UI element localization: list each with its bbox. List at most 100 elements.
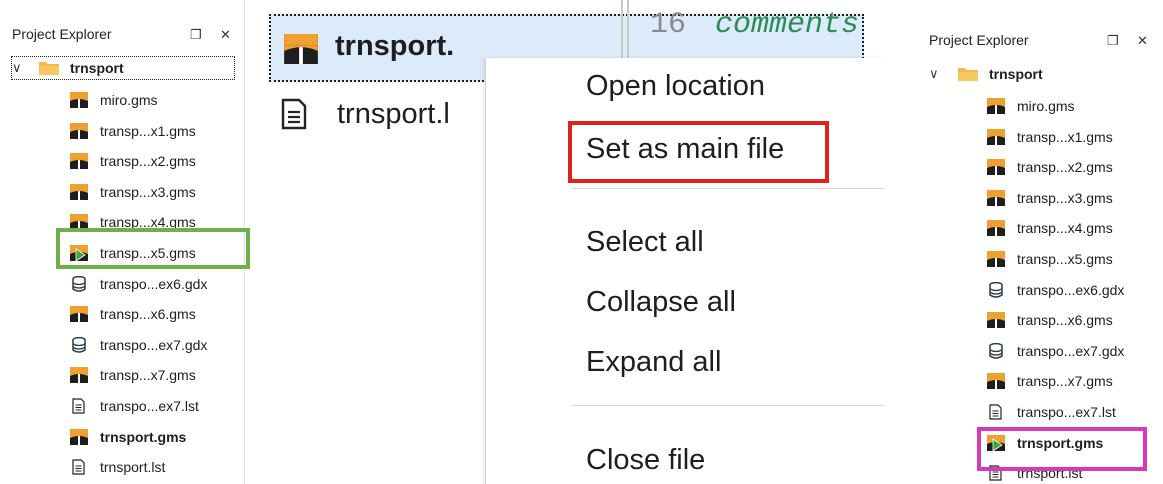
gdx-file-icon [70,336,88,353]
tree-item-label: transp...x7.gms [100,367,196,384]
gams-file-icon [987,159,1005,176]
tree-item-label: transp...x6.gms [1017,312,1113,329]
selected-file-label: trnsport. [335,30,455,62]
gams-file-icon [70,183,88,200]
folder-icon [957,66,979,82]
tree-item[interactable]: transp...x3.gms [70,178,240,206]
tree-item-label: transpo...ex7.lst [1017,404,1116,420]
tree-item[interactable]: trnsport.gms [987,429,1157,457]
tree-item[interactable]: trnsport.gms [70,423,240,451]
tree-item-label: transpo...ex7.gdx [100,336,208,353]
right-project-explorer: Project Explorer ❐ ✕ ∨ trnsport miro.gms tr… [915,0,1163,484]
menu-item-select-all[interactable]: Select all [586,226,704,259]
tree-item-label: transpo...ex6.gdx [1017,281,1125,298]
context-menu: Open location Set as main file Select al… [485,58,885,484]
gams-main-file-icon [987,434,1005,451]
tree-item[interactable]: transp...x3.gms [987,184,1157,212]
explorer-header: Project Explorer ❐ ✕ [0,26,245,46]
gams-file-icon [70,428,88,445]
menu-separator [571,405,885,406]
second-file-row[interactable]: trnsport.l [269,84,450,144]
tree-item-label: transpo...ex6.gdx [100,275,208,292]
tree-item-label: transp...x5.gms [1017,251,1113,267]
tree-item-label: transp...x1.gms [1017,128,1113,145]
tree-item-label: trnsport.gms [100,428,187,445]
close-panel-button[interactable]: ✕ [1137,33,1148,49]
chevron-down-icon[interactable]: ∨ [12,60,22,76]
gams-file-icon [70,153,88,170]
tree-item[interactable]: transpo...ex6.gdx [987,276,1157,304]
gams-file-icon [987,312,1005,329]
tree-item[interactable]: transp...x2.gms [987,153,1157,181]
tree-item-label: miro.gms [100,92,158,108]
gams-file-icon [987,128,1005,145]
menu-item-expand-all[interactable]: Expand all [586,346,721,379]
float-panel-button[interactable]: ❐ [190,27,202,43]
lst-file-icon [70,459,88,475]
tree-item[interactable]: transp...x2.gms [70,147,240,175]
tree-item-label: transp...x3.gms [100,183,196,200]
tree-item[interactable]: transpo...ex7.gdx [70,331,240,359]
project-name: trnsport [989,66,1043,82]
gams-file-icon [987,373,1005,390]
explorer-title: Project Explorer [929,32,1029,48]
menu-item-open-location[interactable]: Open location [586,70,765,103]
close-panel-button[interactable]: ✕ [220,27,231,43]
tree-item[interactable]: trnsport.lst [70,453,240,481]
vertical-scrollbar[interactable] [244,0,245,484]
gams-file-icon [987,251,1005,267]
menu-item-close-file[interactable]: Close file [586,444,705,477]
gams-main-file-icon [70,245,88,261]
tree-item[interactable]: transp...x5.gms [987,245,1157,273]
tree-item[interactable]: transp...x7.gms [70,361,240,389]
tree-item[interactable]: transp...x6.gms [70,300,240,328]
tree-item-label: transp...x3.gms [1017,189,1113,206]
tree-item[interactable]: transpo...ex6.gdx [70,270,240,298]
tree-item-label: transp...x4.gms [1017,220,1113,237]
gdx-file-icon [987,342,1005,359]
tree-item-label: transp...x6.gms [100,306,196,323]
editor-line-number: 16 [650,8,687,42]
left-project-explorer: Project Explorer ❐ ✕ ∨ trnsport miro.gms tr… [0,0,245,484]
menu-separator [571,188,885,189]
tree-item[interactable]: transp...x6.gms [987,306,1157,334]
gams-file-icon [987,98,1005,114]
tree-item[interactable]: transpo...ex7.lst [987,398,1157,426]
gdx-file-icon [70,275,88,292]
tree-item-label: transp...x5.gms [100,245,196,261]
project-folder-row[interactable]: ∨ trnsport [11,56,235,80]
folder-icon [38,60,60,76]
tree-item[interactable]: transpo...ex7.gdx [987,337,1157,365]
project-name: trnsport [70,60,124,76]
gams-file-icon [987,220,1005,237]
tree-item[interactable]: transp...x4.gms [70,208,240,236]
second-file-label: trnsport.l [337,97,450,130]
tree-item-label: transp...x4.gms [100,214,196,231]
tree-item[interactable]: miro.gms [987,92,1157,120]
lst-file-icon [281,98,307,130]
tree-item-label: transp...x7.gms [1017,373,1113,390]
tree-item-label: miro.gms [1017,98,1075,114]
tree-item-label: transp...x1.gms [100,122,196,139]
tree-item[interactable]: miro.gms [70,86,240,114]
lst-file-icon [987,404,1005,420]
gams-file-icon [283,34,319,64]
project-folder-row[interactable]: ∨ trnsport [929,60,1129,88]
tree-item[interactable]: transp...x5.gms [70,239,240,267]
tree-item[interactable]: transp...x1.gms [70,117,240,145]
tree-item-label: transpo...ex7.lst [100,398,199,414]
tree-item[interactable]: transpo...ex7.lst [70,392,240,420]
lst-file-icon [70,398,88,414]
tree-item[interactable]: trnsport.lst [987,459,1157,484]
tree-item-label: transpo...ex7.gdx [1017,342,1125,359]
menu-item-collapse-all[interactable]: Collapse all [586,286,736,319]
menu-item-set-as-main-file[interactable]: Set as main file [586,133,784,166]
float-panel-button[interactable]: ❐ [1107,33,1119,49]
tree-item-label: trnsport.lst [100,459,166,476]
chevron-down-icon[interactable]: ∨ [929,66,939,82]
tree-item-label: trnsport.gms [1017,434,1104,451]
tree-item[interactable]: transp...x1.gms [987,123,1157,151]
tree-item[interactable]: transp...x7.gms [987,367,1157,395]
gams-file-icon [987,189,1005,206]
tree-item[interactable]: transp...x4.gms [987,214,1157,242]
